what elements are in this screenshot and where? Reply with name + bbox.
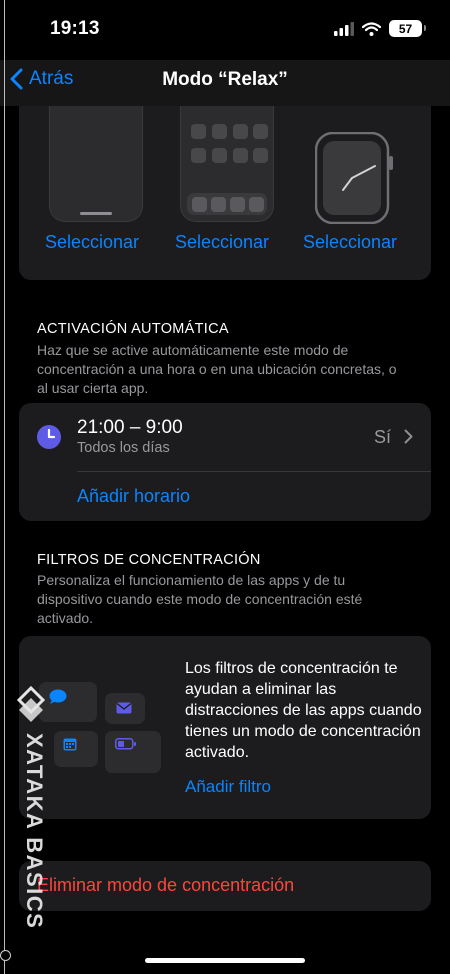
- watermark-line: [4, 0, 5, 974]
- watermark-text: XATAKA BASICS: [22, 733, 47, 930]
- schedule-card: 21:00 – 9:00 Todos los días Sí Añadir ho…: [19, 403, 431, 521]
- dock-preview: [187, 193, 267, 215]
- mail-icon: [116, 702, 132, 714]
- schedule-days: Todos los días: [77, 440, 170, 456]
- select-home-screen-button[interactable]: Seleccionar: [175, 232, 269, 253]
- focus-filters-description: Personaliza el funcionamiento de las app…: [37, 572, 363, 626]
- battery-level: 57: [398, 21, 413, 36]
- focus-filters-info: Los filtros de concentración te ayudan a…: [185, 660, 422, 761]
- lock-screen-preview[interactable]: [49, 106, 143, 222]
- focus-filters-card: Los filtros de concentración te ayudan a…: [19, 636, 431, 819]
- status-bar: 19:13 57: [0, 0, 450, 60]
- battery-filter-tile: [105, 731, 161, 773]
- add-filter-button[interactable]: Añadir filtro: [185, 777, 271, 797]
- battery-icon: 57: [389, 20, 426, 37]
- battery-small-icon: [115, 738, 136, 750]
- wifi-icon: [362, 21, 381, 36]
- clock-icon: [37, 425, 61, 449]
- watch-face-preview[interactable]: [315, 132, 393, 224]
- chevron-right-icon: [404, 429, 413, 444]
- focus-filters-header: FILTROS DE CONCENTRACIÓN: [37, 552, 261, 568]
- divider: [77, 471, 431, 472]
- auto-activation-description: Haz que se active automáticamente este m…: [37, 342, 397, 396]
- navigation-bar: Atrás Modo “Relax”: [0, 60, 450, 106]
- home-screen-preview[interactable]: [180, 106, 274, 222]
- message-icon: [49, 689, 67, 704]
- page-title: Modo “Relax”: [162, 69, 288, 90]
- calendar-filter-tile: [54, 731, 98, 767]
- mail-filter-tile: [105, 693, 145, 724]
- add-schedule-button[interactable]: Añadir horario: [77, 486, 190, 507]
- signal-icon: [334, 21, 354, 36]
- schedule-status: Sí: [373, 427, 391, 447]
- home-bar-preview: [80, 212, 112, 215]
- delete-focus-button[interactable]: Eliminar modo de concentración: [37, 875, 294, 896]
- home-indicator[interactable]: [145, 958, 305, 963]
- schedule-time: 21:00 – 9:00: [77, 417, 183, 438]
- watermark-logo-icon: [16, 686, 46, 722]
- screens-card: Seleccionar Seleccionar Seleccionar: [19, 106, 431, 280]
- watermark-dot: [0, 950, 11, 961]
- select-watch-face-button[interactable]: Seleccionar: [303, 232, 397, 253]
- status-time: 19:13: [50, 18, 100, 39]
- select-lock-screen-button[interactable]: Seleccionar: [45, 232, 139, 253]
- status-icons: 57: [334, 20, 426, 37]
- delete-focus-row[interactable]: Eliminar modo de concentración: [19, 861, 431, 911]
- message-filter-tile: [39, 682, 97, 722]
- calendar-icon: [63, 738, 77, 751]
- auto-activation-header: ACTIVACIÓN AUTOMÁTICA: [37, 321, 229, 337]
